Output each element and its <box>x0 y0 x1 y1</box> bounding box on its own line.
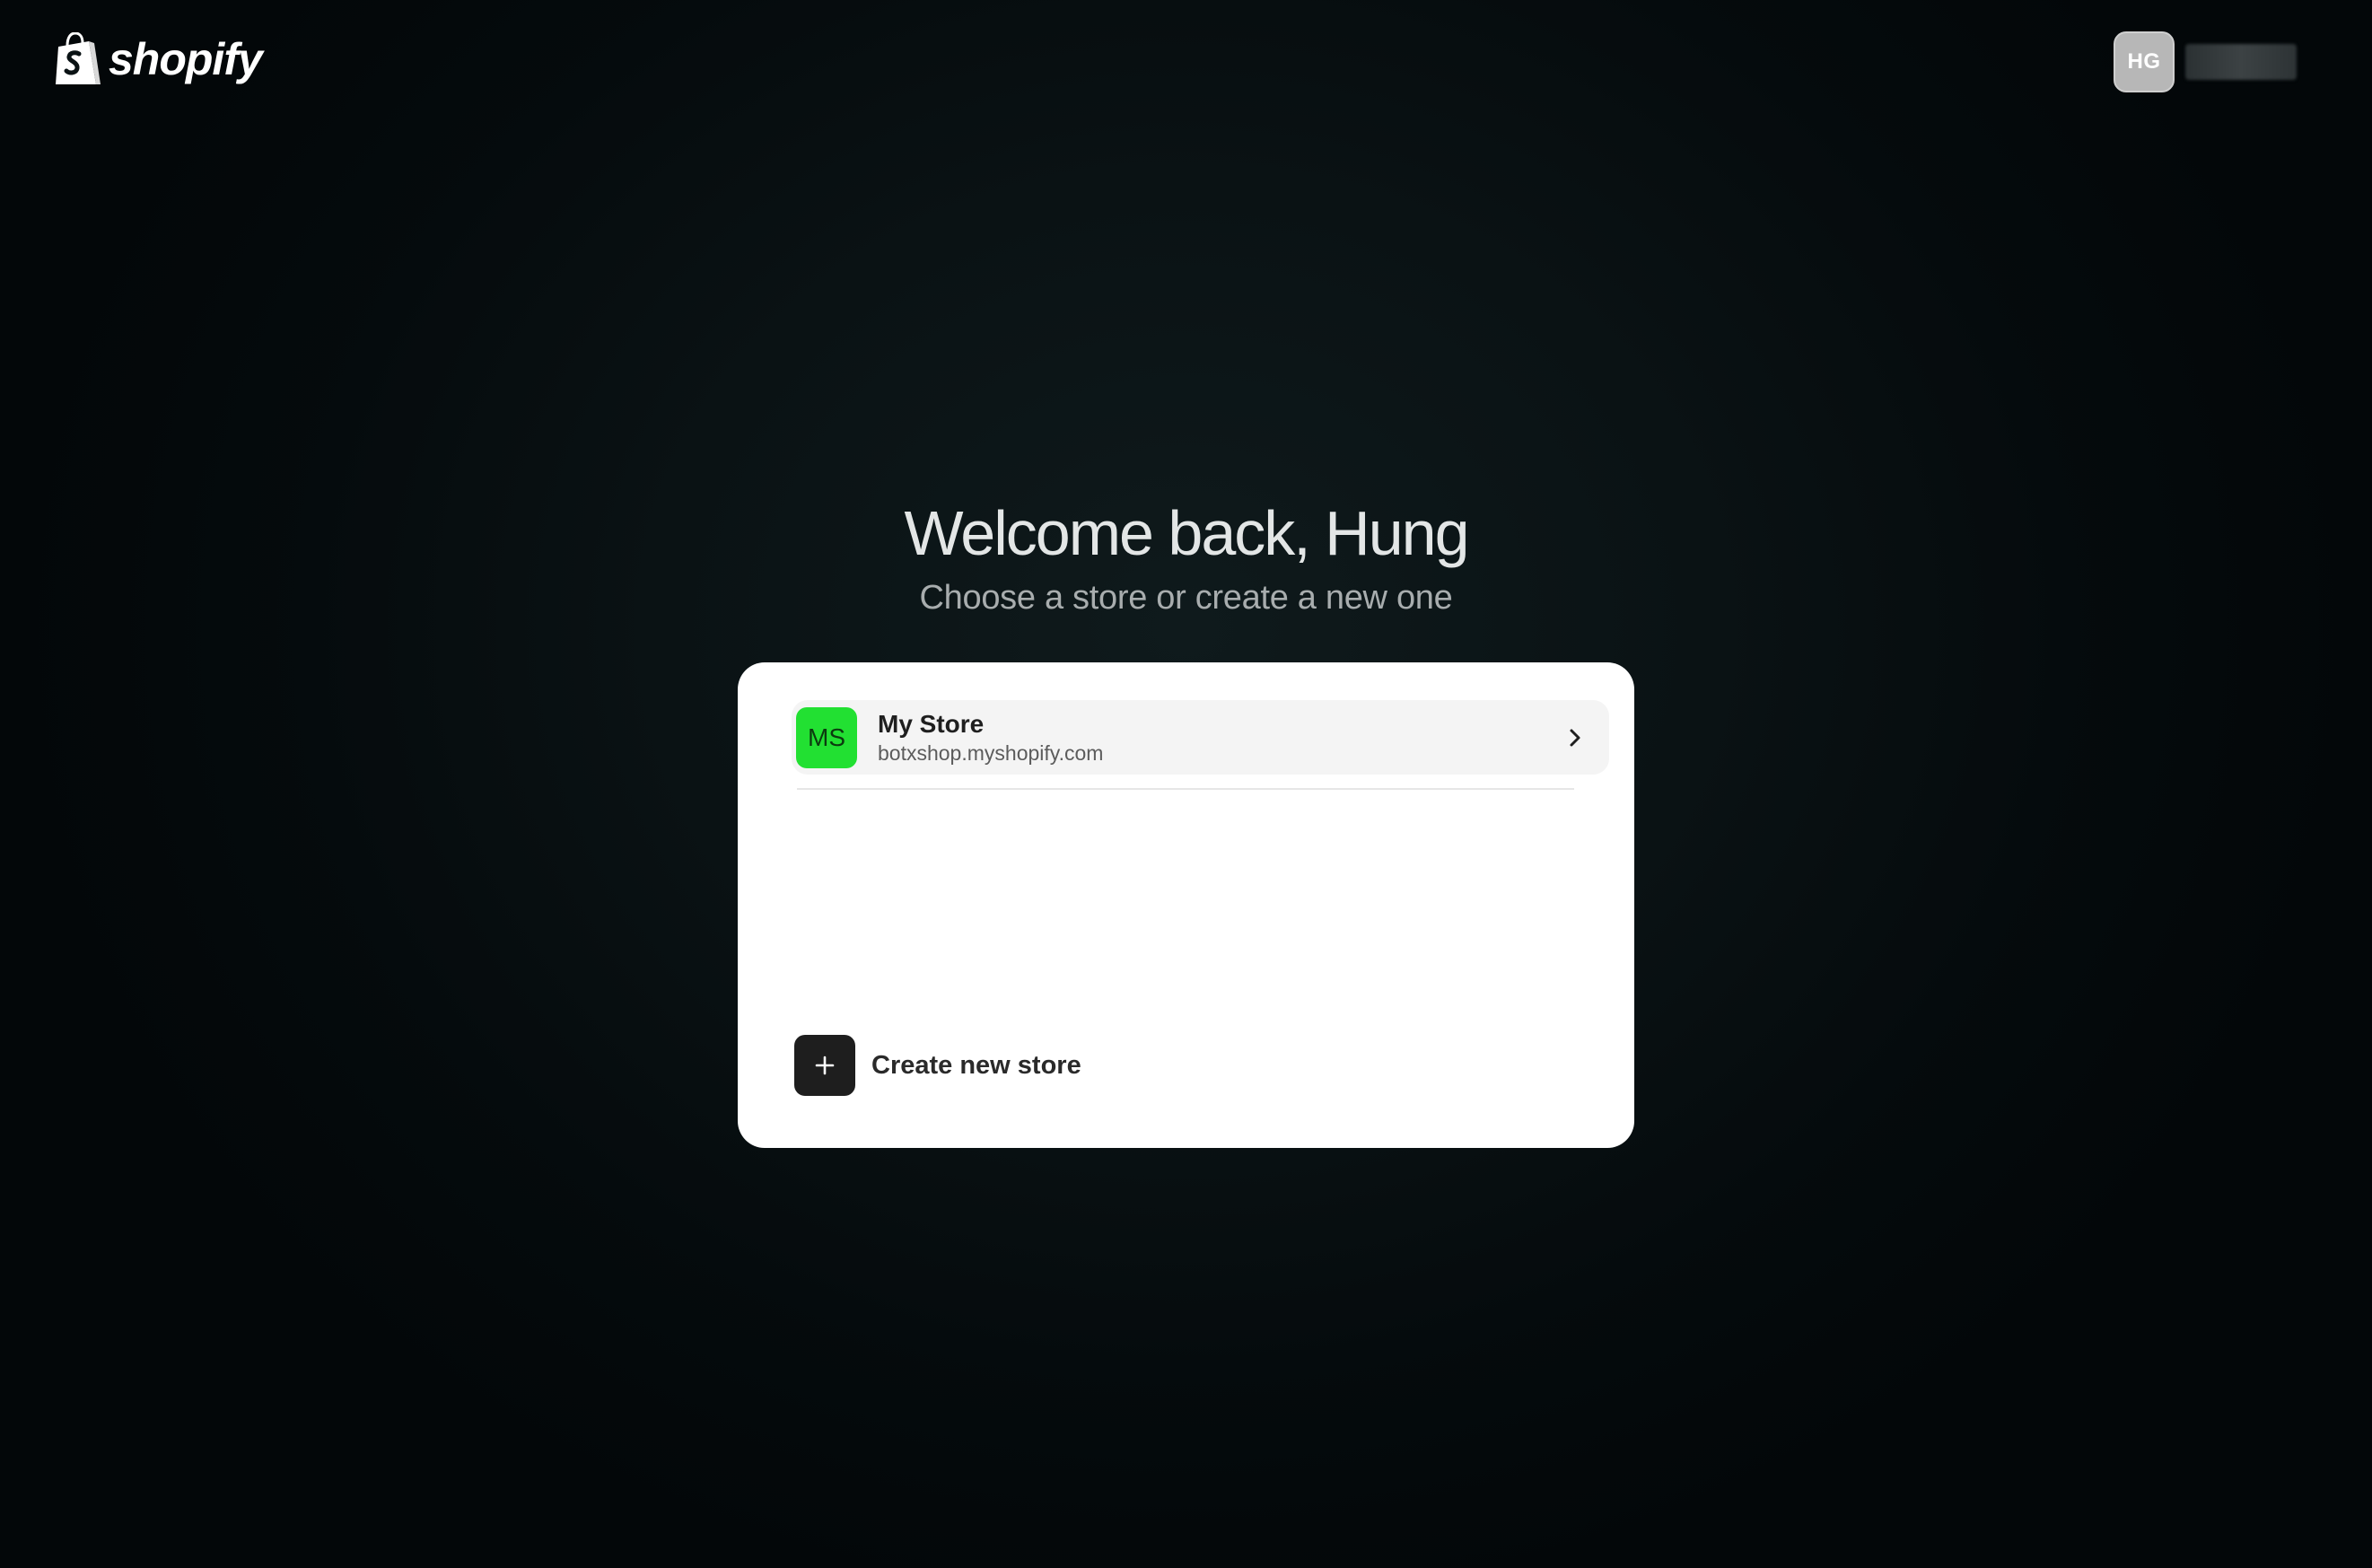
logo-wordmark: shopify <box>109 34 263 84</box>
create-new-store-label: Create new store <box>871 1050 1081 1080</box>
shopify-bag-icon <box>56 32 101 84</box>
welcome-heading: Welcome back, Hung Choose a store or cre… <box>0 495 2372 618</box>
shopify-logo[interactable]: shopify <box>53 32 263 90</box>
store-avatar: MS <box>796 706 857 768</box>
account-name-redacted <box>2185 44 2297 80</box>
divider <box>797 788 1574 790</box>
page-title: Welcome back, Hung <box>904 498 1469 568</box>
plus-icon <box>815 1056 835 1075</box>
store-list-item[interactable]: MS My Store botxshop.myshopify.com <box>792 700 1609 775</box>
page-subtitle: Choose a store or create a new one <box>919 579 1453 617</box>
account-avatar[interactable]: HG <box>2114 31 2175 92</box>
store-domain: botxshop.myshopify.com <box>878 740 1104 765</box>
chevron-right-icon <box>1570 729 1580 746</box>
account-menu[interactable]: HG <box>2114 31 2297 92</box>
store-name: My Store <box>878 709 985 738</box>
store-info: My Store botxshop.myshopify.com <box>878 709 1103 766</box>
store-picker-card: MS My Store botxshop.myshopify.com Creat… <box>738 662 1634 1148</box>
create-new-store-button[interactable]: Create new store <box>794 1035 1081 1096</box>
plus-icon-box <box>794 1035 855 1096</box>
